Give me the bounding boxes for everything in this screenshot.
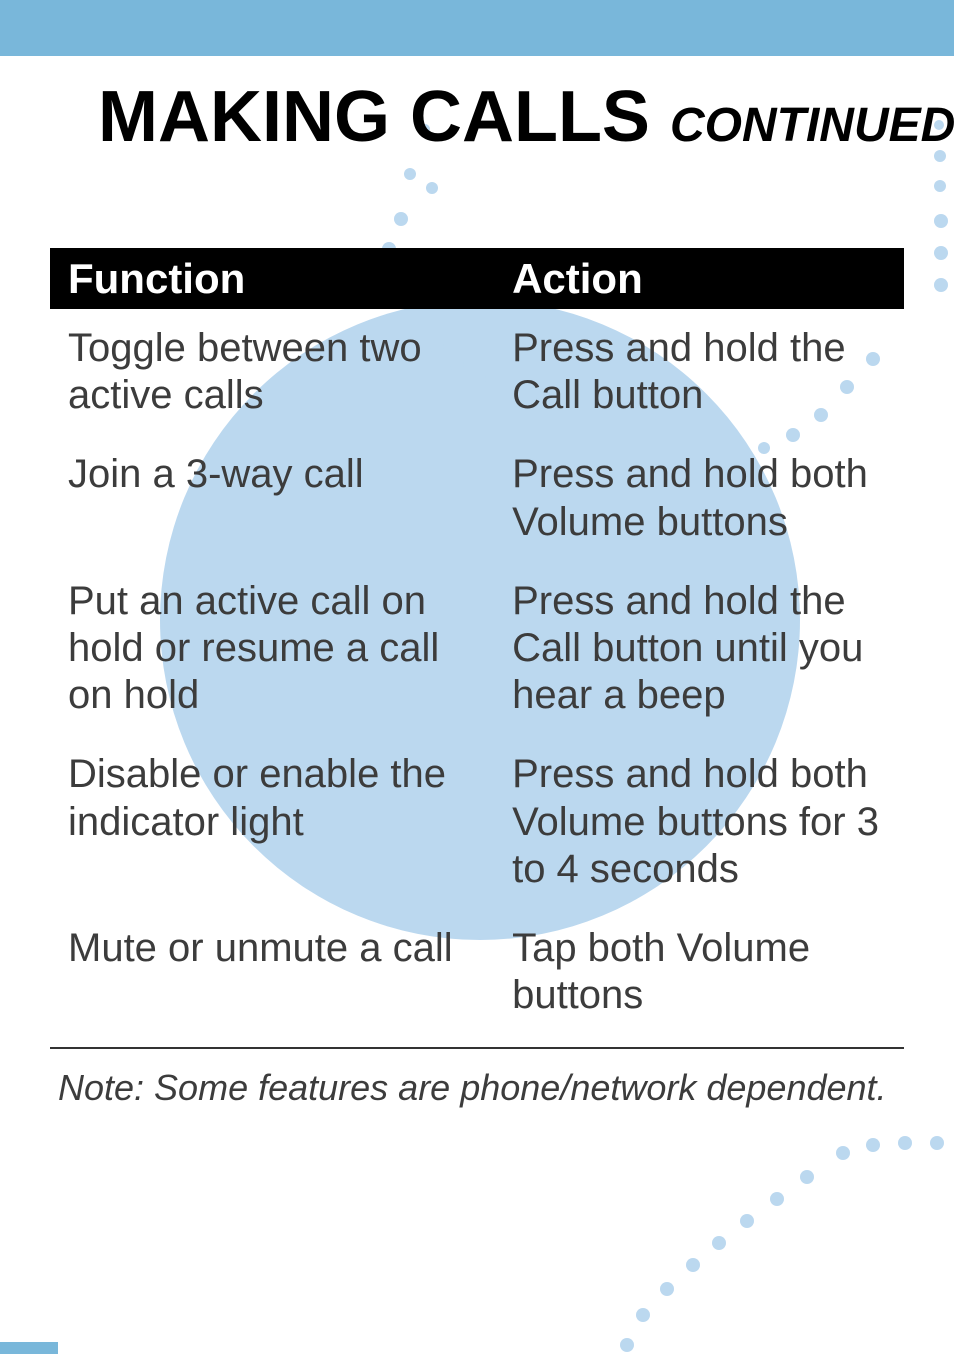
header-function: Function [50,251,494,309]
title-continued: CONTINUED [670,99,954,152]
cell-action: Press and hold the Call button until you… [494,578,904,720]
functions-table: Function Action Toggle between two activ… [50,248,904,1035]
table-row: Join a 3-way call Press and hold both Vo… [50,435,904,561]
title-main: MAKING CALLS [98,77,650,157]
cell-action: Press and hold both Volume buttons for 3… [494,751,904,893]
page-content: MAKING CALLS CONTINUED Function Action T… [0,56,954,1109]
cell-action: Press and hold the Call button [494,325,904,419]
cell-function: Put an active call on hold or resume a c… [50,578,494,720]
table-row: Put an active call on hold or resume a c… [50,562,904,736]
cell-function: Toggle between two active calls [50,325,494,419]
table-row: Disable or enable the indicator light Pr… [50,735,904,909]
cell-function: Join a 3-way call [50,451,494,545]
table-header: Function Action [50,248,904,309]
cell-function: Disable or enable the indicator light [50,751,494,893]
cell-function: Mute or unmute a call [50,925,494,1019]
footnote: Note: Some features are phone/network de… [50,1047,904,1109]
table-row: Mute or unmute a call Tap both Volume bu… [50,909,904,1035]
table-row: Toggle between two active calls Press an… [50,309,904,435]
page-title: MAKING CALLS CONTINUED [98,76,904,158]
top-banner [0,0,954,56]
bottom-accent [0,1342,58,1354]
cell-action: Press and hold both Volume buttons [494,451,904,545]
header-action: Action [494,251,904,309]
cell-action: Tap both Volume buttons [494,925,904,1019]
